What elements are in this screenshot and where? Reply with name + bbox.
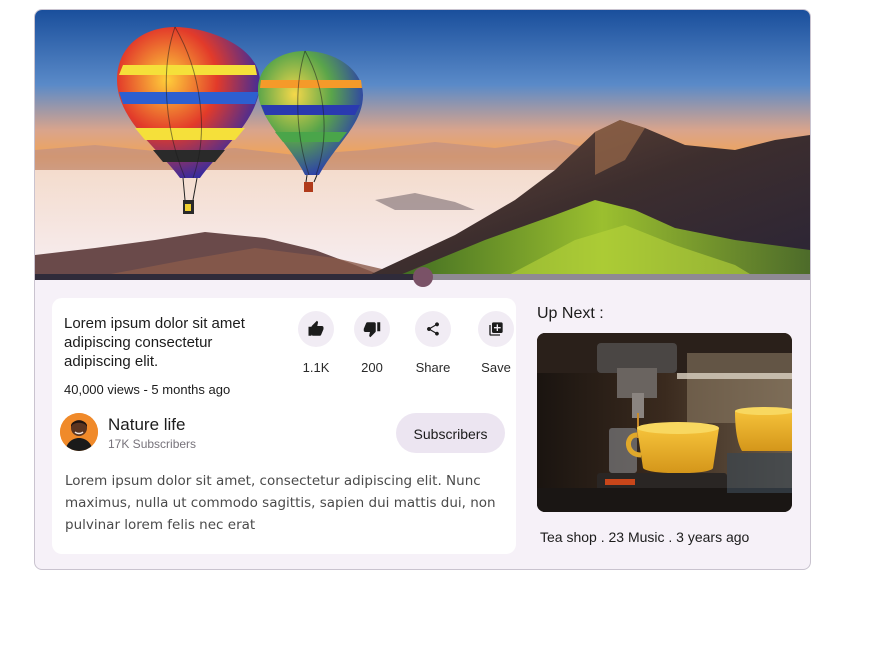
avatar[interactable] bbox=[60, 413, 98, 451]
share-icon[interactable] bbox=[415, 311, 451, 347]
save-label: Save bbox=[481, 360, 511, 375]
dislike-count: 200 bbox=[361, 360, 383, 375]
save-button[interactable]: Save bbox=[468, 311, 524, 375]
video-info-panel: Lorem ipsum dolor sit amet adipiscing co… bbox=[52, 298, 516, 554]
dislike-button[interactable]: 200 bbox=[344, 311, 400, 375]
thumbs-up-icon[interactable] bbox=[298, 311, 334, 347]
channel-subscriber-count: 17K Subscribers bbox=[108, 437, 197, 451]
up-next-heading: Up Next : bbox=[537, 305, 604, 322]
subscribe-button[interactable]: Subscribers bbox=[396, 413, 505, 453]
coffee-machine-image bbox=[537, 333, 792, 512]
progress-fill bbox=[35, 274, 423, 280]
like-count: 1.1K bbox=[302, 360, 330, 375]
up-next-meta: Tea shop . 23 Music . 3 years ago bbox=[540, 529, 750, 545]
video-frame-image bbox=[35, 10, 810, 277]
video-actions: 1.1K 200 Share Save bbox=[288, 311, 514, 381]
channel-name[interactable]: Nature life bbox=[108, 415, 185, 435]
up-next-thumbnail[interactable] bbox=[537, 333, 792, 512]
thumbs-down-icon[interactable] bbox=[354, 311, 390, 347]
share-button[interactable]: Share bbox=[405, 311, 461, 375]
video-title: Lorem ipsum dolor sit amet adipiscing co… bbox=[64, 315, 245, 370]
video-description: Lorem ipsum dolor sit amet, consectetur … bbox=[65, 473, 496, 533]
video-player[interactable] bbox=[35, 10, 810, 277]
video-card: Lorem ipsum dolor sit amet adipiscing co… bbox=[34, 9, 811, 570]
scrub-handle[interactable] bbox=[413, 267, 433, 287]
playlist-add-icon[interactable] bbox=[478, 311, 514, 347]
like-button[interactable]: 1.1K bbox=[288, 311, 344, 375]
video-views-date: 40,000 views - 5 months ago bbox=[64, 382, 231, 397]
share-label: Share bbox=[415, 360, 451, 375]
